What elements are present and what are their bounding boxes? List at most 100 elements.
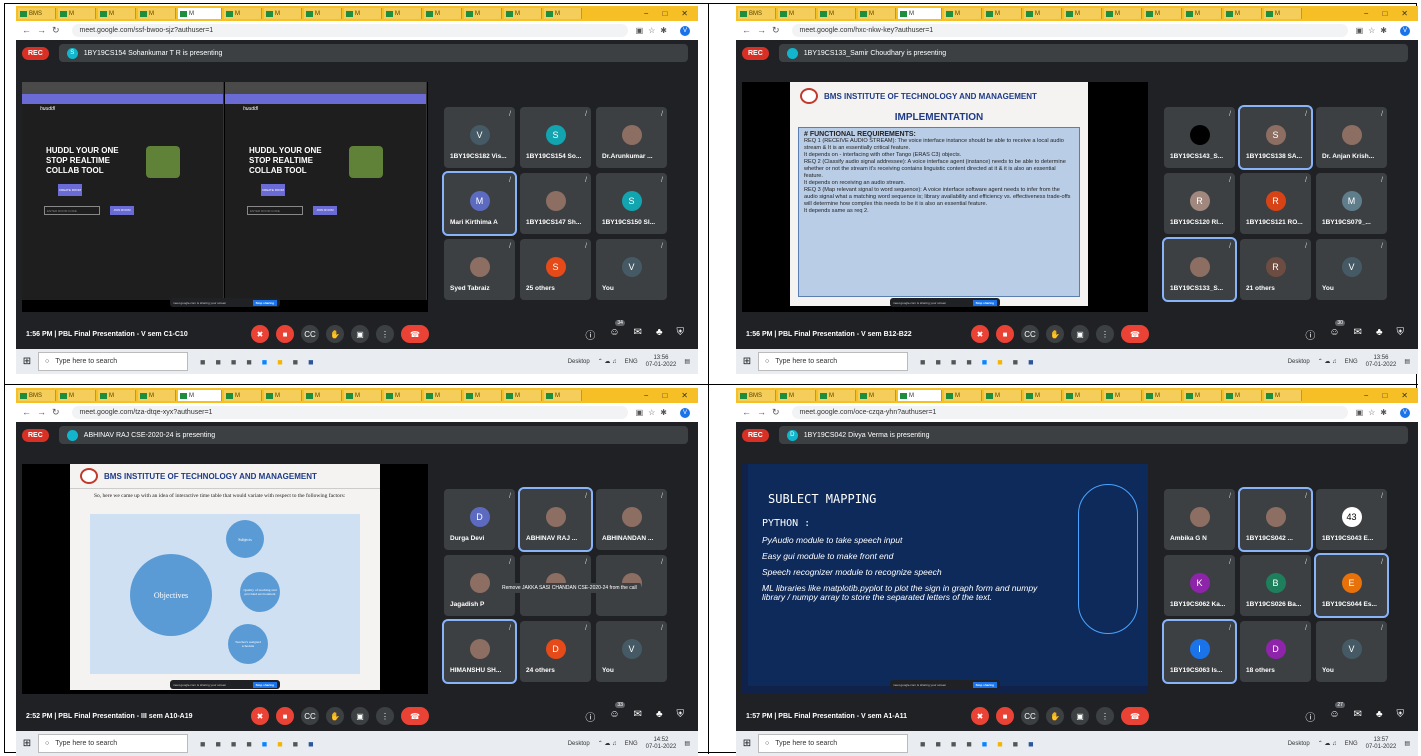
browser-tab[interactable]: M (178, 8, 222, 19)
maximize-icon[interactable]: □ (662, 9, 667, 18)
raise-hand-button[interactable]: ✋ (326, 707, 344, 725)
chrome-icon[interactable]: ■ (277, 739, 282, 749)
browser-tab[interactable]: M (1024, 390, 1062, 401)
task-view-icon[interactable]: ■ (935, 357, 940, 367)
present-button[interactable]: ▣ (351, 707, 369, 725)
browser-tab[interactable]: M (98, 8, 136, 19)
participant-tile[interactable]: VYou̸ (596, 621, 667, 682)
leave-call-button[interactable]: ☎ (1121, 707, 1149, 725)
host-controls-icon[interactable]: ⛨ (677, 327, 685, 342)
browser-tab[interactable]: M (1144, 8, 1182, 19)
edge-icon[interactable]: ■ (262, 739, 267, 749)
taskbar-search-input[interactable]: ○ Type here to search (38, 734, 188, 753)
browser-tab[interactable]: M (544, 8, 582, 19)
host-controls-icon[interactable]: ⛨ (1397, 327, 1405, 342)
file-explorer-icon[interactable]: ■ (231, 357, 236, 367)
participant-tile[interactable]: ABHINANDAN ...̸ (596, 489, 667, 550)
browser-tab[interactable]: M (1064, 390, 1102, 401)
activities-icon[interactable]: ♣ (1376, 327, 1383, 342)
participant-tile[interactable]: M1BY19CS079_...̸ (1316, 173, 1387, 234)
stop-sharing-button[interactable]: Stop sharing (972, 681, 997, 688)
windows-start-icon[interactable]: ⊞ (16, 738, 38, 749)
stop-sharing-button[interactable]: Stop sharing (252, 299, 277, 306)
word-icon[interactable]: ■ (308, 739, 313, 749)
captions-button[interactable]: CC (301, 325, 319, 343)
participant-tile[interactable]: HIMANSHU SH...̸ (442, 619, 517, 684)
leave-call-button[interactable]: ☎ (1121, 325, 1149, 343)
meet-app-icon[interactable]: ■ (1013, 739, 1018, 749)
participant-tile[interactable]: DDurga Devi̸ (444, 489, 515, 550)
browser-tab[interactable]: M (344, 390, 382, 401)
participant-tile[interactable]: Ambika G N̸ (1164, 489, 1235, 550)
browser-tab[interactable]: BMS (18, 8, 56, 19)
create-room-button[interactable]: CREATE ROOM (58, 184, 82, 196)
browser-tab[interactable]: M (858, 390, 896, 401)
raise-hand-button[interactable]: ✋ (1046, 325, 1064, 343)
camera-off-button[interactable]: ■ (996, 707, 1014, 725)
browser-tab[interactable]: M (984, 390, 1022, 401)
browser-tab[interactable]: M (1224, 8, 1262, 19)
extension-icons[interactable]: ▣☆✱ (1348, 408, 1400, 417)
browser-tab[interactable]: M (1144, 390, 1182, 401)
chrome-icon[interactable]: ■ (997, 357, 1002, 367)
participant-tile[interactable]: R21 others̸ (1240, 239, 1311, 300)
participant-tile[interactable]: S1BY19CS138 SA...̸ (1238, 105, 1313, 170)
notification-icon[interactable]: ▤ (684, 740, 690, 747)
browser-tab[interactable]: M (58, 8, 96, 19)
close-icon[interactable]: ✕ (1401, 391, 1408, 400)
captions-button[interactable]: CC (301, 707, 319, 725)
activities-icon[interactable]: ♣ (656, 327, 663, 342)
mail-icon[interactable]: ■ (246, 739, 251, 749)
tray-icons[interactable]: ⌃ ☁ ♫ (1318, 740, 1337, 747)
profile-avatar[interactable]: V (1400, 25, 1410, 36)
present-button[interactable]: ▣ (1071, 325, 1089, 343)
present-button[interactable]: ▣ (351, 325, 369, 343)
word-icon[interactable]: ■ (1028, 357, 1033, 367)
edge-icon[interactable]: ■ (982, 357, 987, 367)
profile-avatar[interactable]: V (1400, 407, 1410, 418)
join-room-button[interactable]: JOIN ROOM (110, 206, 134, 215)
chrome-icon[interactable]: ■ (277, 357, 282, 367)
chat-icon[interactable]: ✉ (634, 327, 642, 342)
browser-tab[interactable]: M (818, 390, 856, 401)
browser-tab[interactable]: M (898, 390, 942, 401)
browser-tab[interactable]: M (898, 8, 942, 19)
participant-tile[interactable]: MMari Kirthima A̸ (442, 171, 517, 236)
maximize-icon[interactable]: □ (1382, 9, 1387, 18)
mail-icon[interactable]: ■ (966, 357, 971, 367)
browser-tab[interactable]: M (304, 8, 342, 19)
participant-tile[interactable]: Dr.Arunkumar ...̸ (596, 107, 667, 168)
mic-off-button[interactable]: ✖ (971, 707, 989, 725)
browser-tab[interactable]: M (944, 390, 982, 401)
participant-tile[interactable]: V1BY19CS182 Vis...̸ (444, 107, 515, 168)
taskbar-search-input[interactable]: ○ Type here to search (38, 352, 188, 371)
task-view-icon[interactable]: ■ (215, 739, 220, 749)
browser-tab[interactable]: M (264, 390, 302, 401)
raise-hand-button[interactable]: ✋ (326, 325, 344, 343)
meet-app-icon[interactable]: ■ (1013, 357, 1018, 367)
create-room-button[interactable]: CREATE ROOM (261, 184, 285, 196)
more-options-button[interactable]: ⋮ (1096, 707, 1114, 725)
url-field[interactable]: meet.google.com/oce-czqa-yhn?authuser=1 (791, 406, 1348, 419)
chrome-icon[interactable]: ■ (997, 739, 1002, 749)
word-icon[interactable]: ■ (1028, 739, 1033, 749)
activities-icon[interactable]: ♣ (656, 709, 663, 724)
browser-tab[interactable]: M (264, 8, 302, 19)
minimize-icon[interactable]: − (1364, 9, 1369, 18)
browser-tab[interactable]: M (344, 8, 382, 19)
browser-tab[interactable]: M (138, 390, 176, 401)
participant-tile[interactable]: S25 others̸ (520, 239, 591, 300)
people-icon[interactable]: ☺ 30 (1329, 319, 1345, 342)
people-icon[interactable]: ☺ 33 (609, 701, 625, 724)
taskbar-search-input[interactable]: ○ Type here to search (758, 352, 908, 371)
notification-icon[interactable]: ▤ (1404, 740, 1410, 747)
participant-tile[interactable]: S1BY19CS154 So...̸ (520, 107, 591, 168)
activities-icon[interactable]: ♣ (1376, 709, 1383, 724)
browser-tab[interactable]: M (1104, 390, 1142, 401)
more-options-button[interactable]: ⋮ (1096, 325, 1114, 343)
file-explorer-icon[interactable]: ■ (951, 357, 956, 367)
info-icon[interactable]: ⓘ (585, 709, 595, 724)
mail-icon[interactable]: ■ (966, 739, 971, 749)
info-icon[interactable]: ⓘ (1305, 327, 1315, 342)
maximize-icon[interactable]: □ (1382, 391, 1387, 400)
